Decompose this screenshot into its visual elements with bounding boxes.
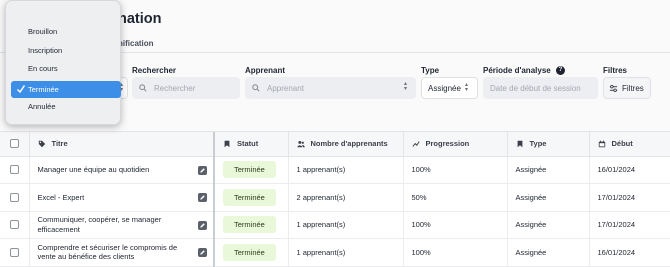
help-icon[interactable]: ? [556,66,565,75]
status-badge: Terminée [223,161,276,179]
apprenant-label: Apprenant [245,66,285,75]
table-row[interactable]: Excel - Expert Terminée 2 apprenant(s) 5… [0,183,670,212]
learners-count: 1 apprenant(s) [288,238,404,267]
type-label: Type [421,66,440,75]
date-placeholder: Date de début de session [490,83,581,93]
dropdown-option-inscription[interactable]: Inscription [6,42,122,59]
column-header-progression[interactable]: Progression [403,132,508,157]
dropdown-option-en-cours[interactable]: En cours [6,60,122,77]
start-date: 17/01/2024 [589,183,670,212]
start-date: 16/01/2024 [589,238,670,267]
users-icon [296,140,306,148]
row-checkbox[interactable] [10,165,19,175]
start-date: 17/01/2024 [589,211,670,239]
apprenant-placeholder: Apprenant [267,83,304,93]
status-badge: Terminée [223,243,276,261]
table-row[interactable]: Communiquer, coopérer, se manager effica… [0,211,670,239]
type-select[interactable]: Assignée ▴ ▾ [421,77,478,99]
header-label: Statut [237,139,259,149]
learners-count: 1 apprenant(s) [288,156,404,184]
header-label: Début [611,139,633,149]
type-value: Assignée [428,83,461,93]
column-header-statut[interactable]: Statut [214,132,289,157]
column-header-type[interactable]: Type [507,132,590,157]
status-badge: Terminée [223,216,276,234]
row-checkbox[interactable] [10,220,19,230]
progress-value: 100% [403,238,508,267]
learners-count: 2 apprenant(s) [288,183,404,212]
progress-value: 100% [403,156,508,184]
bookmark-icon [223,140,232,148]
page-title: nation [118,11,162,27]
search-placeholder: Rechercher [154,83,196,93]
column-header-titre[interactable]: Titre [29,132,215,157]
dropdown-option-annulee[interactable]: Annulée [6,98,122,115]
row-checkbox[interactable] [10,192,19,202]
type-value: Assignée [507,211,590,239]
trend-icon [411,140,421,148]
progress-value: 50% [403,183,508,212]
type-value: Assignée [507,238,590,267]
header-label: Progression [425,139,470,149]
status-badge: Terminée [223,188,276,206]
start-date: 16/01/2024 [589,156,670,184]
column-header-nombre[interactable]: Nombre d'apprenants [288,132,404,157]
edit-icon[interactable] [198,220,207,230]
type-value: Assignée [507,183,590,212]
select-all-checkbox[interactable] [10,139,19,149]
edit-icon[interactable] [198,248,207,257]
filter-sliders-icon [609,84,618,92]
row-title: Comprendre et sécuriser le compromis de … [37,242,178,262]
check-icon [16,85,26,94]
date-range-input[interactable]: Date de début de session [483,77,598,99]
filters-button[interactable]: Filtres [603,77,651,99]
type-value: Assignée [507,156,590,184]
periode-label: Période d'analyse [483,66,551,75]
status-dropdown-menu: Brouillon Inscription En cours Terminée … [5,0,121,125]
edit-icon[interactable] [198,193,207,202]
column-header-debut[interactable]: Début [589,132,670,157]
progress-value: 100% [403,211,508,239]
search-icon [252,83,262,93]
table-row[interactable]: Comprendre et sécuriser le compromis de … [0,238,670,267]
tab-planification[interactable]: nification [118,39,154,48]
select-all-cell [0,132,30,157]
filters-button-label: Filtres [622,83,644,93]
dropdown-option-brouillon[interactable]: Brouillon [6,23,122,40]
header-label: Titre [51,139,68,149]
dropdown-option-terminee[interactable]: Terminée [11,81,121,98]
bookmark-icon [516,140,525,148]
table-row[interactable]: Manager une équipe au quotidien Terminée… [0,156,670,184]
row-title: Manager une équipe au quotidien [37,165,150,174]
edit-icon[interactable] [198,165,207,175]
search-input[interactable]: Rechercher [132,77,240,99]
title-cell[interactable]: Comprendre et sécuriser le compromis de … [29,238,215,267]
title-cell[interactable]: Communiquer, coopérer, se manager effica… [29,211,215,239]
row-title: Excel - Expert [37,192,85,202]
header-label: Type [529,139,547,149]
rechercher-label: Rechercher [132,66,177,75]
tag-icon [38,140,47,148]
apprenant-select[interactable]: Apprenant ▴ ▾ [245,77,416,99]
row-title: Communiquer, coopérer, se manager effica… [37,215,162,234]
title-cell[interactable]: Excel - Expert [29,183,215,212]
calendar-icon [598,140,607,148]
up-down-chevron-icon: ▴ ▾ [404,81,408,92]
search-icon [139,83,149,93]
table-header-row: Titre Statut Nombre d'apprenants Progres… [0,132,670,157]
up-down-chevron-icon: ▴ ▾ [465,82,469,93]
filtres-label: Filtres [603,66,628,75]
row-checkbox[interactable] [10,247,19,257]
dropdown-option-label: Terminée [28,85,59,94]
sessions-table: Titre Statut Nombre d'apprenants Progres… [0,131,670,267]
title-cell[interactable]: Manager une équipe au quotidien [29,156,215,184]
learners-count: 1 apprenant(s) [288,211,404,239]
header-label: Nombre d'apprenants [310,139,388,149]
